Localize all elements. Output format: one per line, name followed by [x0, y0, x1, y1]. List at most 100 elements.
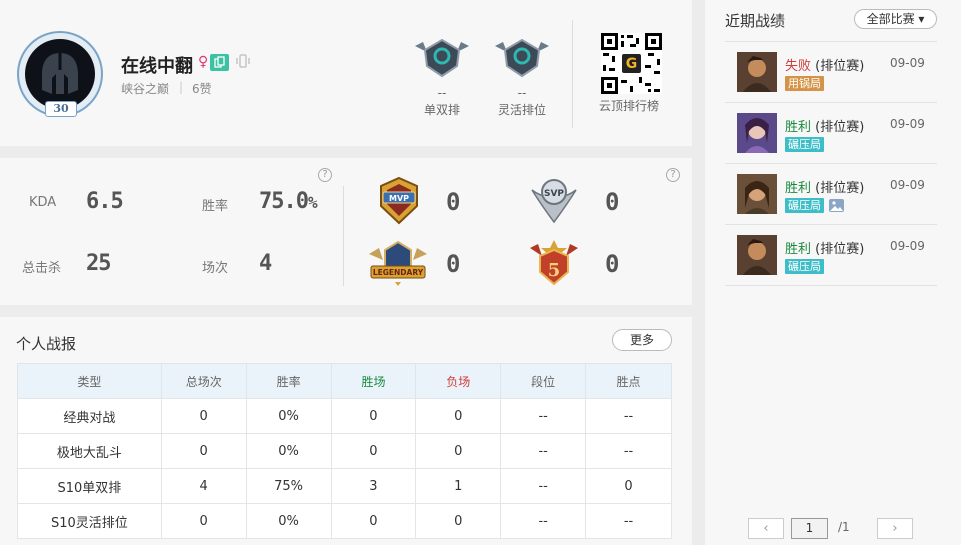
current-page[interactable]: 1	[791, 518, 828, 539]
table-cell: 1	[415, 468, 502, 504]
result-text: 胜利	[785, 242, 812, 257]
copy-icon[interactable]	[210, 54, 229, 71]
avatar: 30	[17, 31, 103, 117]
match-date: 09-09	[890, 239, 925, 253]
winrate-value: 75.0%	[259, 189, 318, 214]
match-filter-dropdown[interactable]: 全部比赛 ▾	[854, 9, 937, 29]
match-result[interactable]: 胜利 (排位赛)	[785, 238, 864, 257]
mvp-badge-icon: MVP	[373, 176, 425, 226]
more-button[interactable]: 更多	[612, 329, 672, 351]
divider: |	[179, 80, 184, 94]
table-cell: 0	[160, 433, 247, 469]
table-cell: 0	[415, 503, 502, 539]
flex-rank-label: 灵活排位	[497, 103, 546, 117]
champion-avatar[interactable]	[737, 52, 777, 92]
server-region: 峡谷之巅	[121, 82, 170, 96]
table-cell: 3	[330, 468, 417, 504]
divider	[725, 285, 937, 286]
divider	[572, 20, 573, 128]
help-icon[interactable]: ?	[318, 168, 332, 182]
table-cell: --	[500, 503, 587, 539]
level-badge: 30	[45, 101, 77, 117]
champion-avatar[interactable]	[737, 113, 777, 153]
summoner-name: 在线中翻	[121, 56, 193, 77]
table-cell: --	[585, 503, 672, 539]
pentakill-count: 0	[605, 250, 620, 278]
svg-text:LEGENDARY: LEGENDARY	[373, 268, 424, 277]
legendary-count: 0	[446, 250, 461, 278]
table-cell: 0	[330, 433, 417, 469]
col-lp: 胜点	[585, 363, 672, 399]
legendary-badge-icon: LEGENDARY	[367, 238, 429, 288]
mode-text: (排位赛)	[811, 120, 865, 135]
next-page-button[interactable]: ›	[877, 518, 913, 539]
match-date: 09-09	[890, 117, 925, 131]
total-pages: /1	[838, 520, 850, 534]
female-gender-icon: ♀	[198, 54, 209, 70]
help-icon[interactable]: ?	[666, 168, 680, 182]
match-result[interactable]: 胜利 (排位赛)	[785, 116, 864, 135]
report-table: 类型 总场次 胜率 胜场 负场 段位 胜点 经典对战 0 0% 0 0 -- -…	[17, 363, 672, 539]
match-tag: 碾压局	[785, 259, 824, 274]
likes-count: 6赞	[192, 82, 212, 96]
qr-label: 云顶排行榜	[599, 99, 660, 113]
divider	[725, 41, 937, 42]
table-cell: 0	[330, 398, 417, 434]
divider	[725, 163, 937, 164]
rank-emblem-icon	[413, 38, 471, 78]
table-cell: --	[500, 468, 587, 504]
table-row: S10单双排 4 75% 3 1 -- 0	[17, 468, 672, 504]
table-row: 极地大乱斗 0 0% 0 0 -- --	[17, 433, 672, 469]
table-row: S10灵活排位 0 0% 0 0 -- --	[17, 503, 672, 539]
champion-avatar[interactable]	[737, 235, 777, 275]
match-tag: 碾压局	[785, 198, 824, 213]
match-date: 09-09	[890, 178, 925, 192]
result-text: 胜利	[785, 181, 812, 196]
table-cell: 4	[160, 468, 247, 504]
table-cell: 0%	[245, 398, 332, 434]
prev-page-button[interactable]: ‹	[748, 518, 784, 539]
table-cell: 极地大乱斗	[17, 433, 162, 469]
profile-panel	[0, 0, 692, 146]
games-value: 4	[259, 251, 272, 276]
table-cell: --	[585, 433, 672, 469]
table-cell: 0	[160, 503, 247, 539]
kda-label: KDA	[29, 195, 57, 210]
recent-title: 近期战绩	[725, 12, 786, 30]
champion-avatar[interactable]	[737, 174, 777, 214]
divider	[725, 224, 937, 225]
col-tier: 段位	[500, 363, 587, 399]
svg-text:MVP: MVP	[389, 194, 409, 203]
flex-rank-value: --	[517, 86, 527, 100]
rank-emblem-icon	[493, 38, 551, 78]
image-icon[interactable]	[829, 199, 844, 212]
mode-text: (排位赛)	[811, 181, 865, 196]
table-cell: S10单双排	[17, 468, 162, 504]
helmet-icon	[25, 39, 95, 109]
svg-text:5: 5	[548, 260, 561, 281]
mode-text: (排位赛)	[811, 59, 865, 74]
table-cell: S10灵活排位	[17, 503, 162, 539]
mobile-icon[interactable]	[233, 54, 253, 71]
report-title: 个人战报	[16, 335, 77, 353]
qr-code[interactable]: G	[601, 33, 662, 94]
stats-panel	[0, 158, 692, 305]
col-type: 类型	[17, 363, 162, 399]
match-result[interactable]: 胜利 (排位赛)	[785, 177, 864, 196]
table-cell: 0	[160, 398, 247, 434]
match-tag: 碾压局	[785, 137, 824, 152]
table-cell: 经典对战	[17, 398, 162, 434]
mode-text: (排位赛)	[811, 242, 865, 257]
table-cell: --	[585, 398, 672, 434]
col-winrate: 胜率	[245, 363, 332, 399]
svp-count: 0	[605, 188, 620, 216]
table-cell: 0	[330, 503, 417, 539]
table-cell: 0	[415, 398, 502, 434]
table-cell: 75%	[245, 468, 332, 504]
solo-rank-value: --	[437, 86, 447, 100]
table-header-row: 类型 总场次 胜率 胜场 负场 段位 胜点	[17, 363, 672, 399]
match-tag: 用锅局	[785, 76, 824, 91]
table-cell: 0	[415, 433, 502, 469]
mvp-count: 0	[446, 188, 461, 216]
match-result[interactable]: 失败 (排位赛)	[785, 55, 864, 74]
